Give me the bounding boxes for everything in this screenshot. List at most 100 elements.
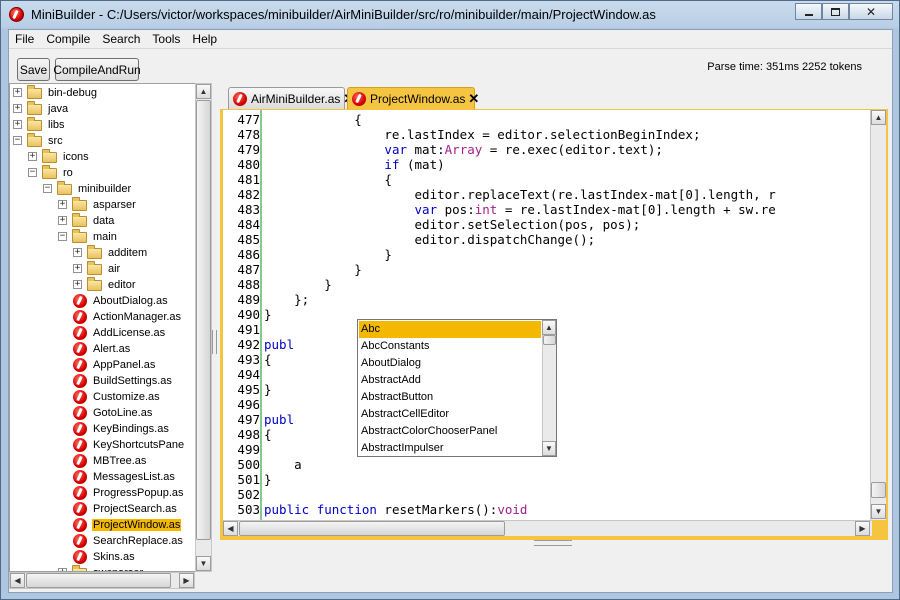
actionscript-file-icon (73, 502, 87, 516)
line-number: 481 (237, 172, 260, 187)
bottom-splitter-handle[interactable] (534, 540, 572, 546)
autocomplete-item[interactable]: Abc (359, 321, 541, 338)
line-number: 503 (237, 502, 260, 517)
expand-icon[interactable]: + (58, 200, 67, 209)
collapse-icon[interactable]: − (58, 232, 67, 241)
expand-icon[interactable]: + (13, 88, 22, 97)
autocomplete-item[interactable]: AbstractCellEditor (359, 406, 541, 423)
actionscript-file-icon (73, 454, 87, 468)
parse-time-status: Parse time: 351ms 2252 tokens (707, 61, 862, 73)
scroll-up-icon[interactable]: ▲ (542, 320, 556, 335)
autocomplete-item[interactable]: AbcConstants (359, 338, 541, 355)
tree-item-label: ro (63, 167, 73, 179)
editor-vertical-scrollbar[interactable]: ▲ ▼ (870, 110, 886, 520)
actionscript-file-icon (352, 91, 366, 106)
maximize-button[interactable] (822, 3, 849, 20)
tree-scroll-thumb[interactable] (196, 100, 211, 540)
compile-and-run-button[interactable]: CompileAndRun (53, 58, 141, 81)
tree-item-label: additem (108, 247, 148, 259)
menu-bar: File Compile Search Tools Help (9, 30, 892, 49)
actionscript-file-icon (73, 534, 87, 548)
scroll-right-icon[interactable]: ▶ (179, 573, 194, 588)
expand-icon[interactable]: + (28, 152, 37, 161)
code-text: editor.dispatchChange(); (264, 232, 596, 247)
scroll-down-icon[interactable]: ▼ (542, 441, 556, 456)
scroll-left-icon[interactable]: ◀ (10, 573, 25, 588)
title-bar[interactable]: MiniBuilder - C:/Users/victor/workspaces… (1, 1, 899, 29)
code-text: var pos:int = re.lastIndex-mat[0].length… (414, 202, 776, 217)
tree-item-label: MBTree.as (93, 455, 147, 467)
scroll-up-icon[interactable]: ▲ (196, 84, 211, 99)
code-editor[interactable]: 477 {478 re.lastIndex = editor.selection… (223, 110, 870, 520)
project-tree: + bin-debug + java + libs − src + icons − ro − minibu… (9, 83, 202, 572)
menu-file[interactable]: File (9, 30, 40, 48)
tree-item-label: Alert.as (93, 343, 131, 355)
tab-label: AirMiniBuilder.as (251, 91, 341, 106)
close-tab-icon[interactable]: ✕ (468, 91, 479, 107)
save-button[interactable]: Save (17, 58, 50, 81)
scroll-down-icon[interactable]: ▼ (871, 504, 886, 519)
code-text: } (264, 382, 272, 397)
tree-item-label: KeyBindings.as (93, 423, 169, 435)
autocomplete-item[interactable]: AboutDialog (359, 355, 541, 372)
tree-item-label: BuildSettings.as (93, 375, 172, 387)
menu-tools[interactable]: Tools (146, 30, 186, 48)
code-text: } (264, 262, 362, 277)
expand-icon[interactable]: + (73, 264, 82, 273)
autocomplete-item[interactable]: AbstractColorChooserPanel (359, 423, 541, 440)
code-text: if (mat) (384, 157, 445, 172)
close-icon: ✕ (865, 4, 877, 19)
collapse-icon[interactable]: − (13, 136, 22, 145)
expand-icon[interactable]: + (73, 248, 82, 257)
scroll-right-icon[interactable]: ▶ (855, 521, 870, 536)
actionscript-file-icon (73, 438, 87, 452)
tree-horizontal-scrollbar[interactable]: ◀ ▶ (9, 572, 195, 589)
menu-search[interactable]: Search (96, 30, 146, 48)
pane-splitter-handle[interactable] (212, 330, 217, 354)
line-number: 480 (237, 157, 260, 172)
folder-icon (27, 100, 42, 115)
folder-icon (42, 148, 57, 163)
minimize-button[interactable] (795, 3, 822, 20)
line-number: 487 (237, 262, 260, 277)
code-text: { (264, 427, 272, 442)
tree-item-label: KeyShortcutsPane (93, 439, 185, 451)
autocomplete-scrollbar[interactable]: ▲ ▼ (542, 320, 556, 456)
autocomplete-item[interactable]: AbstractButton (359, 389, 541, 406)
editor-horizontal-scrollbar[interactable]: ◀ ▶ (223, 520, 872, 536)
tree-vertical-scrollbar[interactable]: ▲ ▼ (195, 83, 212, 572)
tab-airminibuilder[interactable]: AirMiniBuilder.as ✕ (228, 87, 354, 109)
close-window-button[interactable]: ✕ (849, 3, 893, 20)
collapse-icon[interactable]: − (28, 168, 37, 177)
line-number: 494 (237, 367, 260, 382)
window-title: MiniBuilder - C:/Users/victor/workspaces… (31, 7, 656, 22)
tab-projectwindow[interactable]: ProjectWindow.as ✕ (347, 87, 479, 109)
autocomplete-item[interactable]: AbstractAdd (359, 372, 541, 389)
expand-icon[interactable]: + (13, 104, 22, 113)
expand-icon[interactable]: + (58, 216, 67, 225)
line-number: 490 (237, 307, 260, 322)
line-number: 499 (237, 442, 260, 457)
menu-compile[interactable]: Compile (40, 30, 96, 48)
line-number: 491 (237, 322, 260, 337)
code-text: { (264, 352, 272, 367)
tree-hscroll-thumb[interactable] (26, 573, 171, 588)
line-number: 495 (237, 382, 260, 397)
editor-hscroll-thumb[interactable] (239, 521, 505, 536)
actionscript-file-icon (73, 550, 87, 564)
expand-icon[interactable]: + (13, 120, 22, 129)
tree-item-label: src (48, 135, 63, 147)
expand-icon[interactable]: + (73, 280, 82, 289)
autocomplete-scroll-thumb[interactable] (543, 335, 556, 345)
tree-item-label: air (108, 263, 121, 275)
collapse-icon[interactable]: − (43, 184, 52, 193)
editor-scroll-thumb[interactable] (871, 482, 886, 498)
scroll-down-icon[interactable]: ▼ (196, 556, 211, 571)
scroll-left-icon[interactable]: ◀ (223, 521, 238, 536)
autocomplete-item[interactable]: AbstractImpulser (359, 440, 541, 456)
code-text: var mat:Array = re.exec(editor.text); (384, 142, 663, 157)
menu-help[interactable]: Help (186, 30, 223, 48)
line-number: 496 (237, 397, 260, 412)
tree-item-label: Customize.as (93, 391, 160, 403)
scroll-up-icon[interactable]: ▲ (871, 110, 886, 125)
